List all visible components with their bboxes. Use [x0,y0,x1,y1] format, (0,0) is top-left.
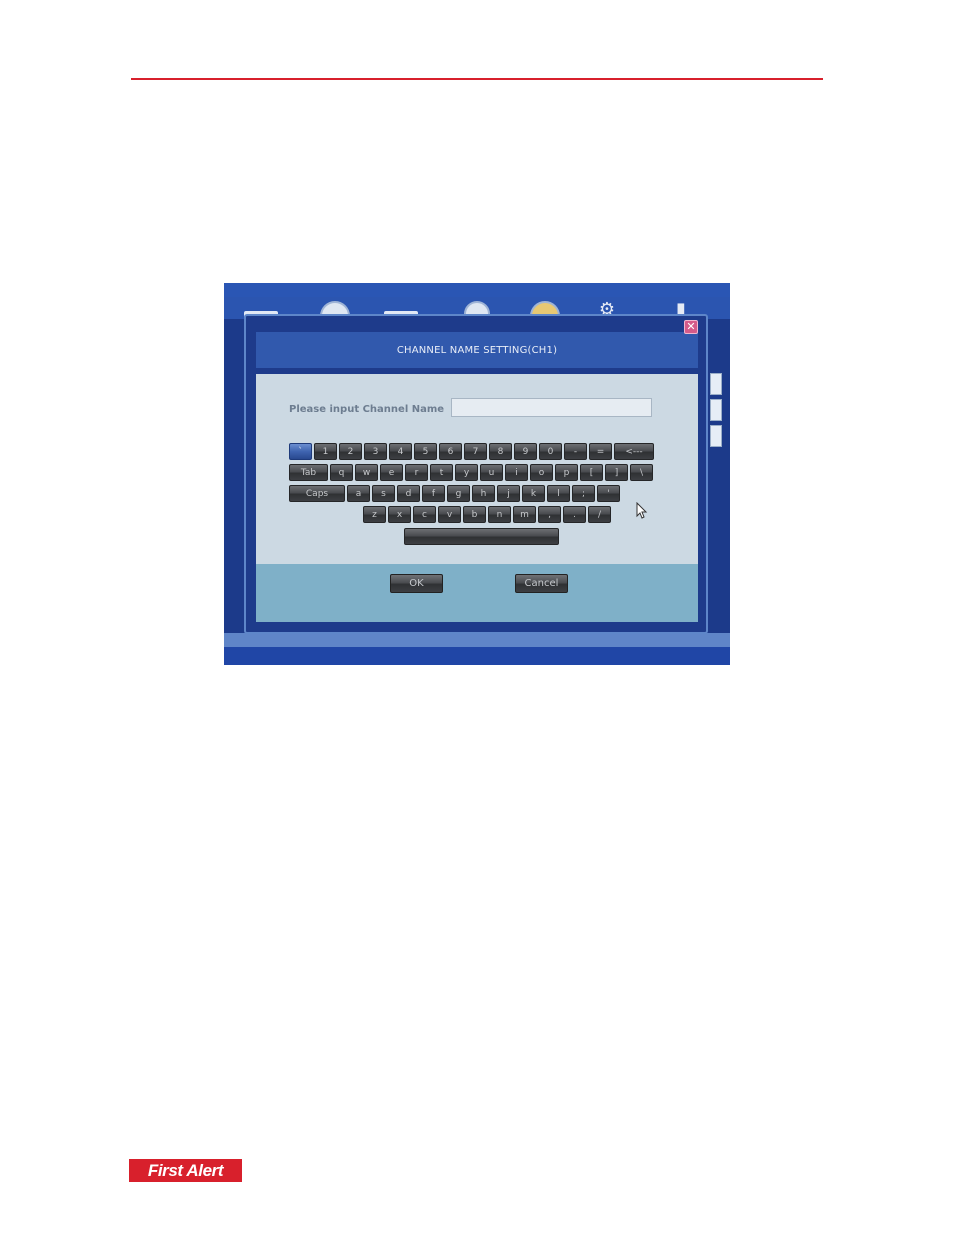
key-row2-10[interactable]: p [555,464,578,481]
key-row4-9[interactable]: / [588,506,611,523]
key-row3-1[interactable]: a [347,485,370,502]
key-row4-2[interactable]: c [413,506,436,523]
key-row2-13[interactable]: \ [630,464,653,481]
key-row2-0[interactable]: Tab [289,464,328,481]
dvr-screenshot: ⚙ ▮ CHANNEL NAME SETTING(CH1) ✕ Please i… [224,283,730,665]
key-row1-7[interactable]: 7 [464,443,487,460]
key-row2-12[interactable]: ] [605,464,628,481]
cancel-button[interactable]: Cancel [515,574,568,593]
key-row2-9[interactable]: o [530,464,553,481]
menu-top-bar [224,283,730,297]
key-row3-0[interactable]: Caps [289,485,345,502]
side-tab [710,373,722,395]
key-row1-2[interactable]: 2 [339,443,362,460]
key-row4-4[interactable]: b [463,506,486,523]
header-rule [131,78,823,80]
close-icon[interactable]: ✕ [684,320,698,334]
space-key[interactable] [404,528,559,545]
key-row1-12[interactable]: = [589,443,612,460]
key-row1-3[interactable]: 3 [364,443,387,460]
side-tab [710,425,722,447]
dialog-body: Please input Channel Name ` 1 2 3 4 5 6 7 8 9 0- = <… [256,374,698,622]
logo-text: First Alert [147,1160,224,1180]
key-row3-4[interactable]: f [422,485,445,502]
channel-name-dialog: CHANNEL NAME SETTING(CH1) ✕ Please input… [244,314,708,634]
key-row1-0[interactable]: ` [289,443,312,460]
ok-button[interactable]: OK [390,574,443,593]
key-row3-7[interactable]: j [497,485,520,502]
key-row3-2[interactable]: s [372,485,395,502]
key-row2-6[interactable]: y [455,464,478,481]
key-row2-7[interactable]: u [480,464,503,481]
key-row2-4[interactable]: r [405,464,428,481]
first-alert-logo: First Alert [129,1159,242,1182]
key-row4-5[interactable]: n [488,506,511,523]
key-row4-1[interactable]: x [388,506,411,523]
key-row3-3[interactable]: d [397,485,420,502]
key-row4-3[interactable]: v [438,506,461,523]
key-row3-10[interactable]: ; [572,485,595,502]
key-row1-5[interactable]: 5 [414,443,437,460]
key-row2-8[interactable]: i [505,464,528,481]
key-row1-10[interactable]: 0 [539,443,562,460]
key-row3-6[interactable]: h [472,485,495,502]
key-row1-6[interactable]: 6 [439,443,462,460]
key-row1-1[interactable]: 1 [314,443,337,460]
channel-name-input[interactable] [451,398,652,417]
key-row4-0[interactable]: z [363,506,386,523]
key-row1-9[interactable]: 9 [514,443,537,460]
key-row1-4[interactable]: 4 [389,443,412,460]
button-panel: OK Cancel [256,564,698,622]
key-row4-6[interactable]: m [513,506,536,523]
key-row2-11[interactable]: [ [580,464,603,481]
dialog-title: CHANNEL NAME SETTING(CH1) [256,332,698,368]
key-row1-11[interactable]: - [564,443,587,460]
key-row2-1[interactable]: q [330,464,353,481]
key-row1-8[interactable]: 8 [489,443,512,460]
key-row4-8[interactable]: . [563,506,586,523]
channel-name-label: Please input Channel Name [289,404,445,415]
key-row3-11[interactable]: ' [597,485,620,502]
key-row2-2[interactable]: w [355,464,378,481]
key-row3-8[interactable]: k [522,485,545,502]
key-row3-5[interactable]: g [447,485,470,502]
key-row2-5[interactable]: t [430,464,453,481]
key-row3-9[interactable]: l [547,485,570,502]
side-tab [710,399,722,421]
menu-bottom-bar [224,647,730,665]
key-row1-13[interactable]: <--- [614,443,654,460]
key-row4-7[interactable]: , [538,506,561,523]
mouse-cursor-icon [636,502,648,519]
key-row2-3[interactable]: e [380,464,403,481]
